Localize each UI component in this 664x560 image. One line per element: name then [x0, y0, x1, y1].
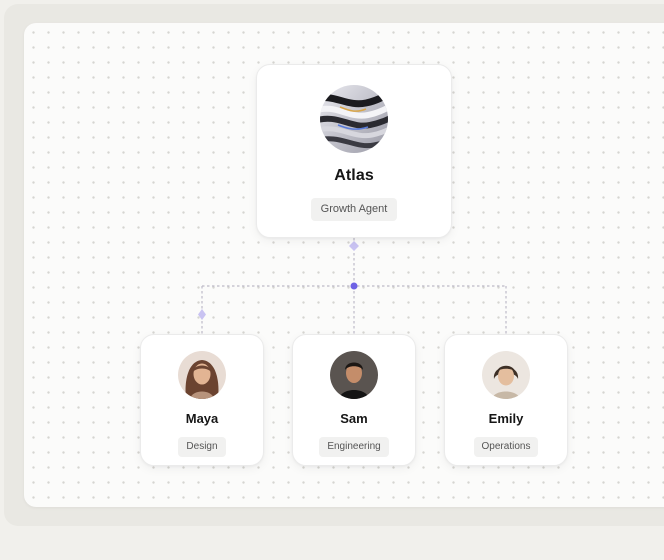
- connector-arrow-root: [349, 241, 359, 251]
- node-name: Atlas: [334, 167, 374, 184]
- role-badge: Design: [178, 437, 226, 457]
- abstract-swirl-avatar-icon: [320, 85, 388, 153]
- person-long-hair-avatar-icon: [178, 351, 226, 399]
- role-badge: Engineering: [319, 437, 389, 457]
- role-badge: Growth Agent: [310, 198, 398, 221]
- connector-handle-maya: [198, 309, 206, 320]
- node-name: Sam: [340, 411, 368, 426]
- role-badge: Operations: [473, 437, 539, 457]
- person-short-hair-avatar-icon: [482, 351, 530, 399]
- org-node-sam[interactable]: Sam Engineering: [292, 334, 416, 466]
- node-name: Maya: [185, 411, 219, 426]
- node-name: Emily: [488, 411, 524, 426]
- connector-junction-dot: [350, 282, 358, 290]
- org-node-root[interactable]: Atlas Growth Agent: [256, 64, 452, 238]
- org-node-maya[interactable]: Maya Design: [140, 334, 264, 466]
- person-dark-hair-avatar-icon: [330, 351, 378, 399]
- org-node-emily[interactable]: Emily Operations: [444, 334, 568, 466]
